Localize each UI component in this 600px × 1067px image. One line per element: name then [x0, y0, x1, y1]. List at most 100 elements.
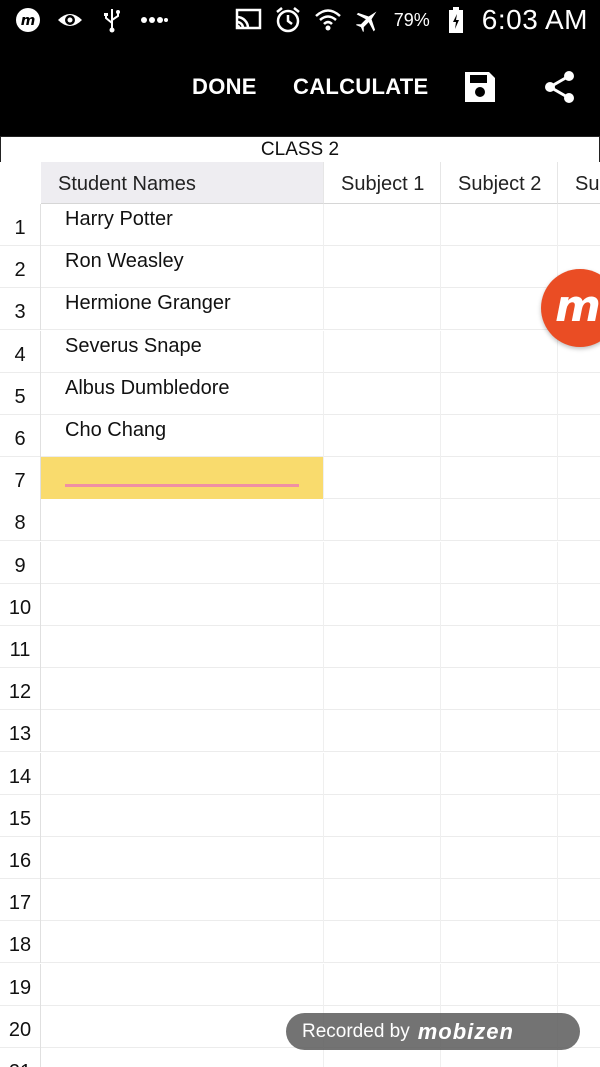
subject-2-cell[interactable] [441, 541, 558, 584]
subject-1-cell[interactable] [324, 204, 441, 246]
subject-2-cell[interactable] [441, 921, 558, 964]
row-number[interactable]: 13 [0, 710, 41, 753]
student-name-cell[interactable] [41, 879, 324, 922]
student-name-cell[interactable] [41, 668, 324, 711]
subject-1-cell[interactable] [324, 330, 441, 373]
subject-3-cell[interactable] [558, 1048, 600, 1067]
row-number[interactable]: 4 [0, 330, 41, 373]
subject-1-cell[interactable] [324, 499, 441, 542]
subject-3-cell[interactable] [558, 415, 600, 457]
subject-1-cell[interactable] [324, 668, 441, 711]
subject-3-cell[interactable] [558, 457, 600, 499]
subject-2-cell[interactable] [441, 710, 558, 753]
row-number[interactable]: 6 [0, 415, 41, 457]
subject-1-cell[interactable] [324, 710, 441, 753]
row-number[interactable]: 19 [0, 963, 41, 1006]
subject-3-cell[interactable] [558, 964, 600, 1006]
column-header-subject-1[interactable]: Subject 1 [324, 162, 441, 204]
subject-1-cell[interactable] [324, 372, 441, 415]
subject-1-cell[interactable] [324, 879, 441, 922]
subject-3-cell[interactable] [558, 837, 600, 879]
calculate-button[interactable]: CALCULATE [293, 74, 429, 100]
subject-3-cell[interactable] [558, 753, 600, 795]
column-header-student-names[interactable]: Student Names [41, 162, 324, 204]
row-number[interactable]: 21 [0, 1048, 41, 1067]
row-number[interactable]: 3 [0, 288, 41, 331]
subject-2-cell[interactable] [441, 499, 558, 542]
subject-2-cell[interactable] [441, 963, 558, 1006]
subject-2-cell[interactable] [441, 794, 558, 837]
share-icon[interactable] [543, 70, 579, 106]
student-name-cell[interactable] [41, 583, 324, 626]
student-name-cell[interactable] [41, 499, 324, 542]
row-number[interactable]: 7 [0, 457, 41, 500]
subject-2-cell[interactable] [441, 879, 558, 922]
student-name-cell[interactable] [41, 963, 324, 1006]
subject-3-cell[interactable] [558, 204, 600, 246]
subject-3-cell[interactable] [558, 373, 600, 415]
subject-3-cell[interactable] [558, 542, 600, 584]
subject-1-cell[interactable] [324, 415, 441, 457]
subject-2-cell[interactable] [441, 330, 558, 373]
student-name-cell[interactable] [41, 541, 324, 584]
subject-3-cell[interactable] [558, 795, 600, 837]
row-number[interactable]: 9 [0, 541, 41, 584]
subject-2-cell[interactable] [441, 457, 558, 500]
student-name-cell[interactable] [41, 921, 324, 964]
subject-3-cell[interactable] [558, 626, 600, 668]
save-icon[interactable] [463, 70, 499, 106]
subject-2-cell[interactable] [441, 626, 558, 668]
done-button[interactable]: DONE [192, 74, 257, 100]
student-name-cell[interactable] [41, 1005, 324, 1048]
row-number[interactable]: 5 [0, 372, 41, 415]
student-name-cell[interactable] [41, 710, 324, 753]
student-name-cell[interactable] [41, 837, 324, 879]
row-number[interactable]: 11 [0, 626, 41, 668]
row-number[interactable]: 1 [0, 204, 41, 246]
row-number[interactable]: 2 [0, 246, 41, 289]
student-name-cell[interactable] [41, 794, 324, 837]
student-name-cell[interactable]: Albus Dumbledore [41, 372, 324, 415]
row-number[interactable]: 8 [0, 499, 41, 542]
subject-2-cell[interactable] [441, 668, 558, 711]
row-number[interactable]: 20 [0, 1005, 41, 1048]
subject-2-cell[interactable] [441, 415, 558, 457]
subject-1-cell[interactable] [324, 963, 441, 1006]
subject-3-cell[interactable] [558, 710, 600, 752]
subject-1-cell[interactable] [324, 246, 441, 289]
subject-1-cell[interactable] [324, 541, 441, 584]
subject-1-cell[interactable] [324, 457, 441, 500]
subject-1-cell[interactable] [324, 794, 441, 837]
student-name-cell[interactable] [41, 752, 324, 795]
student-name-cell[interactable] [41, 626, 324, 668]
subject-3-cell[interactable] [558, 499, 600, 541]
row-number[interactable]: 15 [0, 794, 41, 837]
row-number[interactable]: 18 [0, 921, 41, 964]
row-number[interactable]: 17 [0, 879, 41, 922]
column-header-subject-2[interactable]: Subject 2 [441, 162, 558, 204]
student-name-cell[interactable]: Ron Weasley [41, 246, 324, 289]
subject-2-cell[interactable] [441, 1048, 558, 1067]
subject-1-cell[interactable] [324, 583, 441, 626]
subject-3-cell[interactable] [558, 668, 600, 710]
subject-2-cell[interactable] [441, 246, 558, 289]
subject-2-cell[interactable] [441, 837, 558, 879]
student-name-cell[interactable]: Harry Potter [41, 204, 324, 246]
student-name-cell[interactable] [41, 457, 324, 500]
subject-3-cell[interactable] [558, 584, 600, 626]
student-name-cell[interactable]: Cho Chang [41, 415, 324, 457]
subject-2-cell[interactable] [441, 204, 558, 246]
subject-2-cell[interactable] [441, 752, 558, 795]
subject-1-cell[interactable] [324, 288, 441, 331]
student-name-cell[interactable]: Hermione Granger [41, 288, 324, 331]
column-header-subject-3[interactable]: Sul [558, 162, 600, 204]
row-number[interactable]: 12 [0, 668, 41, 711]
row-number[interactable]: 14 [0, 752, 41, 795]
row-number[interactable]: 16 [0, 837, 41, 879]
student-name-cell[interactable]: Severus Snape [41, 330, 324, 373]
subject-2-cell[interactable] [441, 583, 558, 626]
subject-2-cell[interactable] [441, 372, 558, 415]
subject-1-cell[interactable] [324, 837, 441, 879]
subject-3-cell[interactable] [558, 879, 600, 921]
spreadsheet-grid[interactable]: Student Names Subject 1 Subject 2 Sul 1H… [0, 162, 600, 1067]
